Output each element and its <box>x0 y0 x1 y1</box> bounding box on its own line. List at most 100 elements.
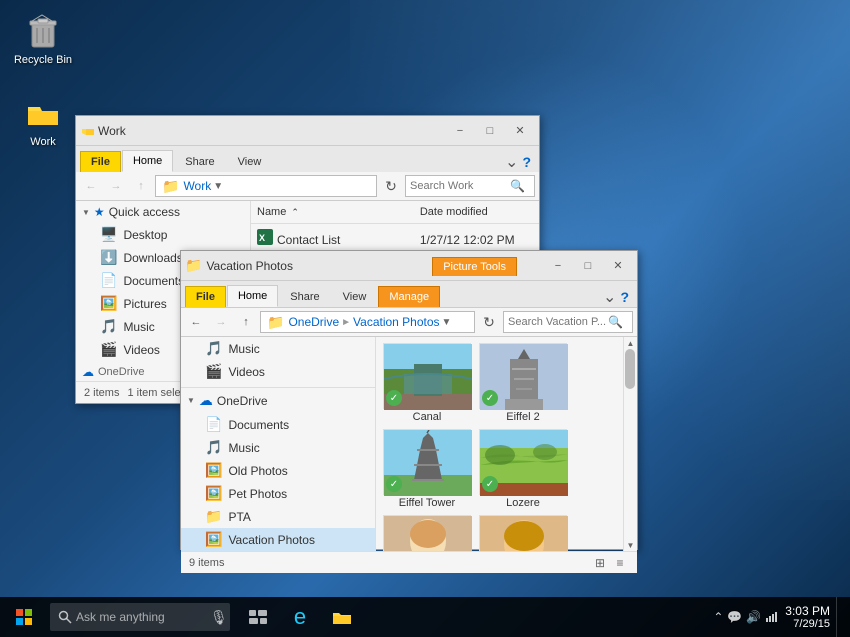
photo-item-eiffel2[interactable]: ✓ Eiffel 2 <box>478 343 568 423</box>
photo-label-canal: Canal <box>413 411 442 423</box>
dropdown-arrow-vacation[interactable]: ▼ <box>442 317 452 328</box>
volume-icon[interactable]: 🔊 <box>746 610 761 624</box>
breadcrumb-work[interactable]: Work <box>183 179 211 193</box>
close-button-vacation[interactable]: ✕ <box>603 254 633 278</box>
work-search-input[interactable] <box>410 180 510 192</box>
photo-label-eiffel-tower: Eiffel Tower <box>399 497 455 509</box>
breadcrumb-vacation-photos[interactable]: Vacation Photos <box>353 315 440 329</box>
check-eiffel2: ✓ <box>482 390 498 406</box>
vacation-scrollbar[interactable]: ▲ ▼ <box>623 337 637 551</box>
nav-pta[interactable]: 📁 PTA <box>181 505 375 528</box>
action-center-icon[interactable]: 💬 <box>727 610 742 624</box>
taskbar-search-box[interactable]: 🎙 <box>50 603 230 631</box>
file-explorer-taskbar-button[interactable] <box>322 597 362 637</box>
up-button-vacation[interactable]: ↑ <box>235 311 257 333</box>
scroll-up[interactable]: ▲ <box>625 337 637 349</box>
nav-old-photos[interactable]: 🖼️ Old Photos <box>181 459 375 482</box>
back-button-vacation[interactable]: ← <box>185 311 207 333</box>
show-desktop-button[interactable] <box>836 597 842 637</box>
forward-button[interactable]: → <box>105 175 127 197</box>
scroll-thumb[interactable] <box>625 349 635 389</box>
vacation-search-icon[interactable]: 🔍 <box>608 315 623 329</box>
microphone-icon[interactable]: 🎙 <box>210 609 228 626</box>
col-name[interactable]: Name ⌃ <box>251 203 414 221</box>
vacation-ribbon: Picture Tools File Home Share View Manag… <box>181 281 637 308</box>
edge-browser-button[interactable]: e <box>280 597 320 637</box>
taskbar-search-icon <box>58 610 72 624</box>
tab-share[interactable]: Share <box>174 151 225 172</box>
quick-access-header[interactable]: ▼ ★ Quick access <box>76 201 250 223</box>
excel-icon: X <box>257 229 273 250</box>
nav-videos-vacation[interactable]: 🎬 Videos <box>181 360 375 383</box>
nav-music-vacation[interactable]: 🎵 Music <box>181 337 375 360</box>
breadcrumb-onedrive[interactable]: OneDrive <box>288 315 339 329</box>
expand-ribbon-vacation-icon[interactable]: ⌄ <box>603 287 616 307</box>
help-icon[interactable]: ? <box>522 154 531 170</box>
vacation-address-path[interactable]: 📁 OneDrive ► Vacation Photos ▼ <box>260 311 475 333</box>
refresh-button-vacation[interactable]: ↻ <box>478 311 500 333</box>
back-button[interactable]: ← <box>80 175 102 197</box>
minimize-button[interactable]: − <box>445 119 475 143</box>
recycle-bin-icon[interactable]: Recycle Bin <box>8 8 78 70</box>
nav-pet-photos[interactable]: 🖼️ Pet Photos <box>181 482 375 505</box>
tab-view[interactable]: View <box>227 151 273 172</box>
vacation-content-area: ✓ Canal <box>376 337 637 551</box>
system-tray: ⌃ 💬 🔊 <box>713 609 779 626</box>
photo-item-canal[interactable]: ✓ Canal <box>382 343 472 423</box>
work-item-count: 2 items <box>84 387 119 399</box>
svg-text:X: X <box>259 233 265 243</box>
tab-file[interactable]: File <box>80 151 121 172</box>
work-folder-desktop-icon[interactable]: Work <box>8 90 78 152</box>
onedrive-section-vacation[interactable]: ▼ ☁ OneDrive <box>181 387 375 413</box>
taskbar-apps: e <box>238 597 362 637</box>
nav-onedrive-music[interactable]: 🎵 Music <box>181 436 375 459</box>
tab-home-vacation[interactable]: Home <box>227 285 278 307</box>
work-selection-status: 1 item sele <box>127 387 180 399</box>
work-window-title: Work <box>98 124 445 138</box>
expand-ribbon-icon[interactable]: ⌄ <box>505 152 518 172</box>
tab-file-vacation[interactable]: File <box>185 286 226 307</box>
minimize-button-vacation[interactable]: − <box>543 254 573 278</box>
scroll-down[interactable]: ▼ <box>625 539 637 551</box>
work-address-path[interactable]: 📁 Work ▼ <box>155 175 377 197</box>
forward-button-vacation[interactable]: → <box>210 311 232 333</box>
tab-manage[interactable]: Manage <box>378 286 440 307</box>
photo-item-lozere[interactable]: ✓ Lozere <box>478 429 568 509</box>
dropdown-arrow[interactable]: ▼ <box>213 181 223 192</box>
maximize-button[interactable]: □ <box>475 119 505 143</box>
close-button[interactable]: ✕ <box>505 119 535 143</box>
network-icon[interactable] <box>765 609 779 626</box>
col-modified[interactable]: Date modified <box>414 203 539 221</box>
help-icon-vacation[interactable]: ? <box>620 289 629 305</box>
photo-item-me[interactable]: ✓ Me <box>382 515 472 551</box>
refresh-button[interactable]: ↻ <box>380 175 402 197</box>
nav-desktop[interactable]: 🖥️ Desktop <box>76 223 250 246</box>
vacation-address-bar: ← → ↑ 📁 OneDrive ► Vacation Photos ▼ ↻ 🔍 <box>181 308 637 337</box>
vacation-tabs: File Home Share View Manage ⌄ ? <box>181 281 637 307</box>
photo-thumb-canal: ✓ <box>383 343 471 409</box>
tab-share-vacation[interactable]: Share <box>279 286 330 307</box>
up-button[interactable]: ↑ <box>130 175 152 197</box>
nav-vacation-photos[interactable]: 🖼️ Vacation Photos <box>181 528 375 551</box>
tab-view-vacation[interactable]: View <box>332 286 378 307</box>
vacation-folder-icon: 📁 <box>185 257 202 274</box>
vacation-explorer-window: 📁 Vacation Photos − □ ✕ Picture Tools Fi… <box>180 250 638 550</box>
taskbar: 🎙 e ⌃ 💬 � <box>0 597 850 637</box>
taskbar-clock[interactable]: 3:03 PM 7/29/15 <box>785 604 830 630</box>
task-view-button[interactable] <box>238 597 278 637</box>
photo-item-eiffel-tower[interactable]: ✓ Eiffel Tower <box>382 429 472 509</box>
maximize-button-vacation[interactable]: □ <box>573 254 603 278</box>
vacation-window-controls: − □ ✕ <box>543 254 633 278</box>
work-file-list-header: Name ⌃ Date modified <box>251 201 539 224</box>
grid-view-button[interactable]: ⊞ <box>591 554 609 572</box>
nav-onedrive-documents[interactable]: 📄 Documents <box>181 413 375 436</box>
list-view-button-vacation[interactable]: ≡ <box>611 554 629 572</box>
tab-home[interactable]: Home <box>122 150 173 172</box>
photo-item-mike[interactable]: ✓ Mike <box>478 515 568 551</box>
search-icon[interactable]: 🔍 <box>510 179 525 193</box>
start-button[interactable] <box>0 597 48 637</box>
vacation-search-input[interactable] <box>508 316 608 328</box>
cortana-search-input[interactable] <box>76 610 206 624</box>
tray-expand-icon[interactable]: ⌃ <box>713 610 723 624</box>
picture-tools-label: Picture Tools <box>432 257 517 276</box>
